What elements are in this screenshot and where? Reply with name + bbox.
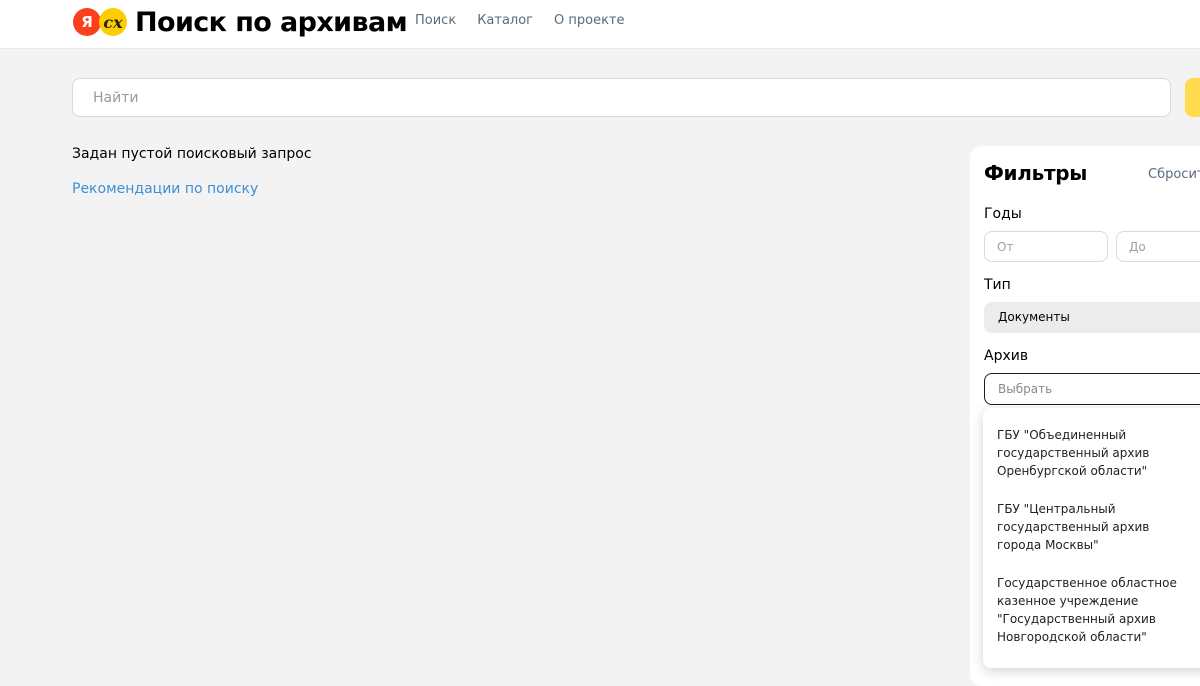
header: Я cx Поиск по архивам Поиск Каталог О пр… — [0, 0, 1200, 49]
main-nav: Поиск Каталог О проекте — [415, 13, 625, 28]
archive-dropdown: ГБУ "Объединенный государственный архив … — [983, 408, 1200, 668]
filters-title: Фильтры — [984, 161, 1088, 185]
search-input[interactable] — [72, 78, 1171, 117]
year-to-input[interactable] — [1116, 231, 1200, 262]
culture-logo-icon: cx — [99, 8, 127, 36]
empty-query-message: Задан пустой поисковый запрос — [72, 146, 312, 162]
type-label: Тип — [984, 277, 1011, 293]
archive-option[interactable]: ГБУ "Объединенный государственный архив … — [997, 426, 1193, 480]
archive-option[interactable]: ГБУ "Центральный государственный архив г… — [997, 500, 1193, 554]
search-recommendations-link[interactable]: Рекомендации по поиску — [72, 181, 258, 197]
yandex-logo-icon: Я — [73, 8, 101, 36]
archive-option[interactable]: Государственное областное казенное учреж… — [997, 574, 1193, 646]
years-label: Годы — [984, 206, 1022, 222]
nav-search[interactable]: Поиск — [415, 13, 456, 28]
archive-label: Архив — [984, 348, 1029, 364]
nav-catalog[interactable]: Каталог — [477, 13, 533, 28]
reset-filters-button[interactable]: Сбросить — [1148, 167, 1200, 182]
site-title: Поиск по архивам — [135, 6, 408, 38]
year-from-input[interactable] — [984, 231, 1108, 262]
logo[interactable]: Я cx Поиск по архивам — [73, 6, 408, 38]
type-select[interactable]: Документы — [984, 302, 1200, 333]
search-button[interactable] — [1185, 78, 1200, 117]
archive-input[interactable] — [984, 373, 1200, 405]
nav-about[interactable]: О проекте — [554, 13, 625, 28]
